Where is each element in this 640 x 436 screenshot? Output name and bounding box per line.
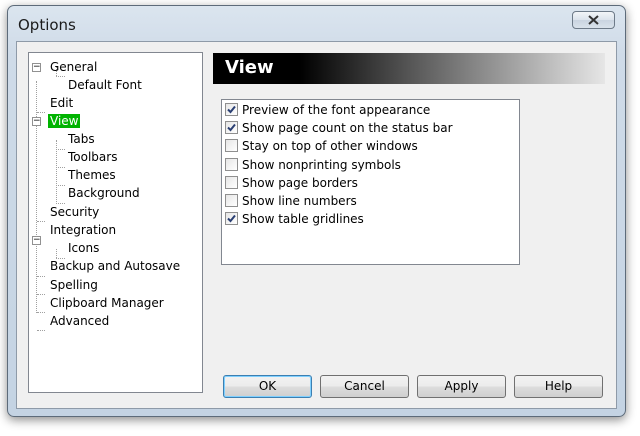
tree-line xyxy=(37,276,45,277)
tree-line xyxy=(56,167,65,168)
options-window: Options − − − General Default Font Edit … xyxy=(7,5,626,417)
checkbox-unchecked[interactable] xyxy=(225,175,238,189)
tree-line xyxy=(56,149,65,150)
option-row[interactable]: Preview of the font appearance xyxy=(225,102,430,119)
tree-item-edit[interactable]: Edit xyxy=(50,95,73,112)
close-icon xyxy=(588,14,599,28)
option-row[interactable]: Show nonprinting symbols xyxy=(225,157,401,174)
option-label: Stay on top of other windows xyxy=(242,139,418,154)
tree-item-integration[interactable]: Integration xyxy=(50,222,116,239)
checkbox-unchecked[interactable] xyxy=(225,139,238,153)
option-row[interactable]: Stay on top of other windows xyxy=(225,138,418,155)
tree-line xyxy=(56,185,65,186)
dialog-body: − − − General Default Font Edit View Tab… xyxy=(16,41,617,409)
title-bar[interactable]: Options xyxy=(8,6,625,40)
tree-line xyxy=(56,76,65,77)
panel-title: View xyxy=(225,57,274,78)
tree-item-advanced[interactable]: Advanced xyxy=(50,313,109,330)
option-row[interactable]: Show table gridlines xyxy=(225,211,364,228)
cancel-button[interactable]: Cancel xyxy=(320,375,409,398)
checkbox-unchecked[interactable] xyxy=(225,157,238,171)
tree-item-view[interactable]: View xyxy=(48,113,81,130)
tree-line xyxy=(56,249,57,258)
tree-item-spelling[interactable]: Spelling xyxy=(50,277,98,294)
tree-line xyxy=(37,112,45,113)
checkbox-checked[interactable] xyxy=(225,103,238,116)
tree-item-backup-autosave[interactable]: Backup and Autosave xyxy=(50,258,180,275)
tree-item-toolbars[interactable]: Toolbars xyxy=(68,149,117,166)
help-button[interactable]: Help xyxy=(514,375,603,398)
tree-item-general[interactable]: General xyxy=(50,59,97,76)
collapse-toggle-icon[interactable]: − xyxy=(32,63,41,72)
tree-item-background[interactable]: Background xyxy=(68,185,140,202)
tree-item-clipboard-manager[interactable]: Clipboard Manager xyxy=(50,295,164,312)
tree-item-security[interactable]: Security xyxy=(50,204,99,221)
option-label: Preview of the font appearance xyxy=(242,103,431,117)
option-label: Show page count on the status bar xyxy=(242,121,453,136)
checkbox-unchecked[interactable] xyxy=(225,194,238,207)
panel-header: View xyxy=(213,53,605,84)
tree-item-default-font[interactable]: Default Font xyxy=(68,77,142,94)
option-row[interactable]: Show page borders xyxy=(225,175,358,192)
option-label: Show line numbers xyxy=(242,194,357,208)
ok-button[interactable]: OK xyxy=(223,375,312,398)
window-title: Options xyxy=(18,16,76,34)
category-tree[interactable]: − − − General Default Font Edit View Tab… xyxy=(28,52,203,393)
tree-line xyxy=(37,330,45,331)
checkbox-checked[interactable] xyxy=(225,121,238,135)
checkbox-checked[interactable] xyxy=(225,212,238,226)
tree-item-tabs[interactable]: Tabs xyxy=(68,131,95,148)
tree-item-icons[interactable]: Icons xyxy=(68,240,99,257)
option-label: Show table gridlines xyxy=(242,212,364,227)
tree-line xyxy=(37,221,45,222)
option-row[interactable]: Show line numbers xyxy=(225,193,357,210)
tree-line xyxy=(37,312,45,313)
collapse-toggle-icon[interactable]: − xyxy=(32,117,41,126)
collapse-toggle-icon[interactable]: − xyxy=(32,236,41,245)
close-button[interactable] xyxy=(572,11,615,29)
option-label: Show nonprinting symbols xyxy=(242,157,401,172)
apply-button[interactable]: Apply xyxy=(417,375,506,398)
tree-item-themes[interactable]: Themes xyxy=(68,167,116,184)
view-options-list: Preview of the font appearance Show page … xyxy=(221,99,520,265)
option-row[interactable]: Show page count on the status bar xyxy=(225,120,453,137)
option-label: Show page borders xyxy=(242,175,358,190)
tree-line xyxy=(37,294,45,295)
